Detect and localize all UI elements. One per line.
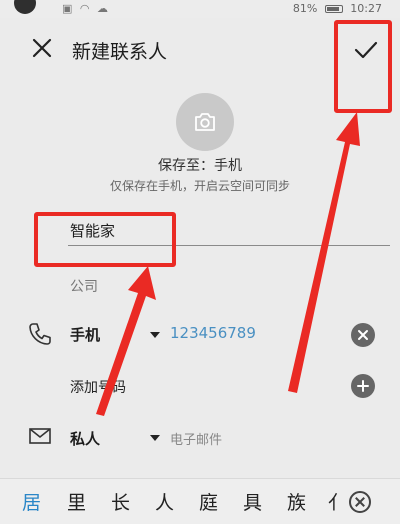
phone-icon (29, 323, 51, 345)
email-type-label[interactable]: 私人 (70, 428, 100, 449)
save-hint: 仅保存在手机，开启云空间可同步 (109, 179, 290, 193)
camera-cutout (14, 0, 36, 14)
highlight-box-confirm (334, 20, 392, 113)
status-icons: ▣ ◠ ☁ (62, 2, 110, 15)
save-location[interactable]: 保存至：手机 (0, 155, 400, 175)
candidate-word[interactable]: 亻 (328, 488, 347, 515)
camera-icon (195, 113, 215, 131)
battery-percent: 81% (292, 2, 318, 15)
close-icon[interactable] (30, 36, 54, 60)
clock: 10:27 (350, 2, 382, 15)
phone-number-field[interactable]: 123456789 (170, 324, 256, 342)
candidate-word[interactable]: 具 (243, 488, 262, 515)
candidate-close-icon[interactable] (349, 491, 371, 513)
email-type-dropdown-icon[interactable] (150, 435, 160, 441)
plus-icon (357, 380, 369, 392)
clear-phone-button[interactable] (351, 323, 375, 347)
phone-type-dropdown-icon[interactable] (150, 332, 160, 338)
add-photo-button[interactable] (176, 93, 234, 151)
clear-icon (358, 330, 368, 340)
mail-icon (29, 428, 51, 444)
phone-type-label[interactable]: 手机 (70, 324, 100, 345)
battery-icon (324, 5, 343, 13)
candidate-word[interactable]: 庭 (199, 488, 218, 515)
add-number-label[interactable]: 添加号码 (70, 377, 126, 397)
company-field[interactable]: 公司 (70, 276, 98, 296)
email-field[interactable]: 电子邮件 (170, 429, 222, 448)
candidate-word[interactable]: 长 (111, 488, 130, 515)
ime-candidate-bar: 居 里 长 人 庭 具 族 亻 (0, 478, 400, 524)
page-title: 新建联系人 (72, 41, 168, 63)
candidate-word[interactable]: 里 (67, 488, 86, 515)
add-number-button[interactable] (351, 374, 375, 398)
candidate-word[interactable]: 族 (287, 488, 306, 515)
candidate-word[interactable]: 人 (155, 488, 174, 515)
status-bar: ▣ ◠ ☁ 81% 10:27 (0, 0, 400, 18)
status-right: 81% 10:27 (293, 2, 382, 15)
highlight-box-name (34, 212, 176, 267)
candidate-word[interactable]: 居 (22, 488, 41, 515)
